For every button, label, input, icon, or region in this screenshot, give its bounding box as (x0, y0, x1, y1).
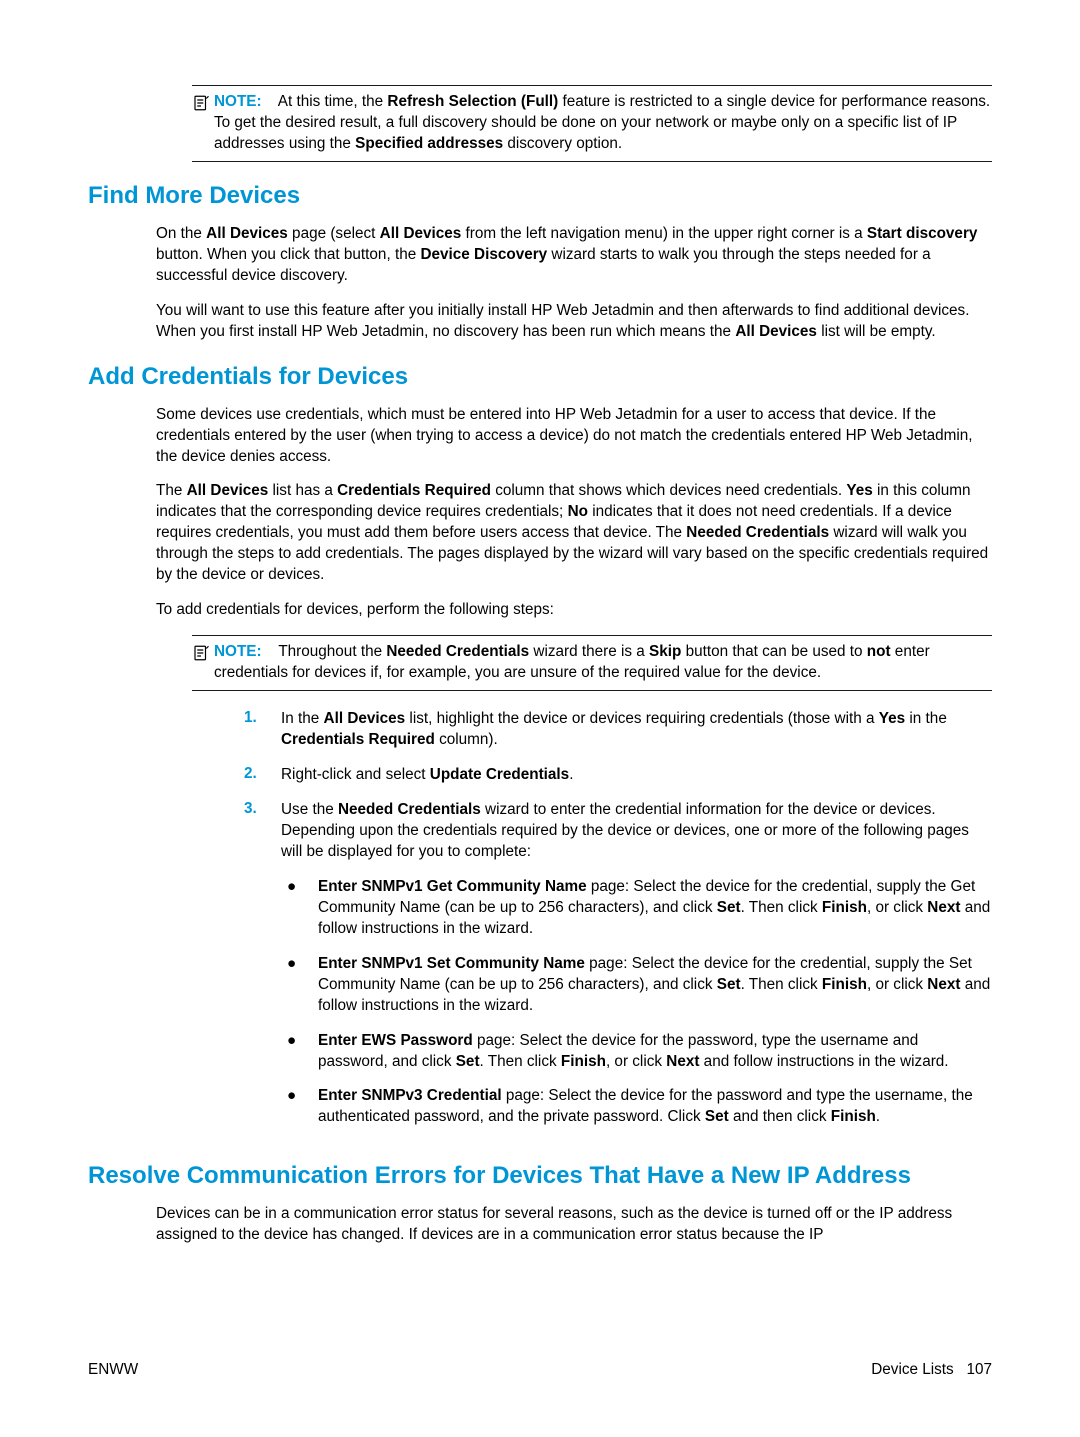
step-text: Right-click and select Update Credential… (281, 765, 992, 786)
footer-right: Device Lists 107 (871, 1361, 992, 1379)
bullet-icon: ● (281, 954, 318, 975)
bullet-icon: ● (281, 1086, 318, 1107)
bullet-icon: ● (281, 877, 318, 898)
footer-left: ENWW (88, 1361, 138, 1379)
steps-container: 1. In the All Devices list, highlight th… (88, 709, 992, 1142)
step-text: In the All Devices list, highlight the d… (281, 709, 992, 751)
list-item: 3. Use the Needed Credentials wizard to … (244, 800, 992, 1142)
note-label: NOTE: (214, 643, 262, 660)
note-block: NOTE: At this time, the Refresh Selectio… (192, 85, 992, 162)
note-text: NOTE: At this time, the Refresh Selectio… (214, 92, 992, 155)
bullet-text: Enter SNMPv1 Set Community Name page: Se… (318, 954, 992, 1017)
list-item: ● Enter SNMPv1 Get Community Name page: … (281, 877, 992, 940)
heading-add-credentials: Add Credentials for Devices (88, 363, 992, 391)
step-number: 2. (244, 765, 281, 783)
heading-resolve-comm-errors: Resolve Communication Errors for Devices… (88, 1162, 992, 1190)
step-number: 1. (244, 709, 281, 727)
step-number: 3. (244, 800, 281, 818)
bullet-list: ● Enter SNMPv1 Get Community Name page: … (281, 877, 992, 1129)
bullet-icon: ● (281, 1031, 318, 1052)
paragraph: Some devices use credentials, which must… (156, 405, 992, 468)
paragraph: On the All Devices page (select All Devi… (156, 224, 992, 287)
note-icon (192, 92, 214, 117)
list-item: ● Enter SNMPv1 Set Community Name page: … (281, 954, 992, 1017)
list-item: 1. In the All Devices list, highlight th… (244, 709, 992, 751)
paragraph: The All Devices list has a Credentials R… (156, 481, 992, 586)
list-item: 2. Right-click and select Update Credent… (244, 765, 992, 786)
note-text: NOTE: Throughout the Needed Credentials … (214, 642, 992, 684)
paragraph: To add credentials for devices, perform … (156, 600, 992, 621)
page-footer: ENWW Device Lists 107 (88, 1361, 992, 1379)
list-item: ● Enter SNMPv3 Credential page: Select t… (281, 1086, 992, 1128)
note-icon (192, 642, 214, 667)
step-text: Use the Needed Credentials wizard to ent… (281, 800, 992, 1142)
section1-body: On the All Devices page (select All Devi… (88, 224, 992, 343)
list-item: ● Enter EWS Password page: Select the de… (281, 1031, 992, 1073)
note-block: NOTE: Throughout the Needed Credentials … (192, 635, 992, 691)
bullet-text: Enter EWS Password page: Select the devi… (318, 1031, 992, 1073)
section2-body: Some devices use credentials, which must… (88, 405, 992, 622)
section3-body: Devices can be in a communication error … (88, 1204, 992, 1246)
paragraph: You will want to use this feature after … (156, 301, 992, 343)
bullet-text: Enter SNMPv3 Credential page: Select the… (318, 1086, 992, 1128)
ordered-list: 1. In the All Devices list, highlight th… (244, 709, 992, 1142)
bullet-text: Enter SNMPv1 Get Community Name page: Se… (318, 877, 992, 940)
document-page: NOTE: At this time, the Refresh Selectio… (0, 0, 1080, 1437)
heading-find-more-devices: Find More Devices (88, 182, 992, 210)
note-label: NOTE: (214, 93, 262, 110)
paragraph: Devices can be in a communication error … (156, 1204, 992, 1246)
